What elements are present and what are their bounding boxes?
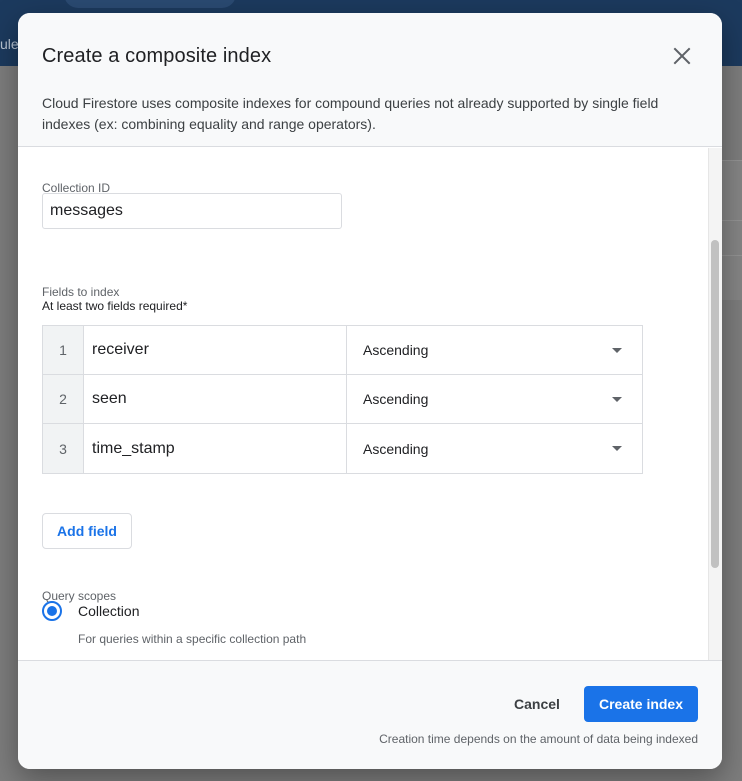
creation-time-note: Creation time depends on the amount of d… <box>379 732 698 746</box>
field-order-select[interactable]: Ascending <box>347 326 642 374</box>
dropdown-arrow-icon <box>612 446 622 451</box>
scope-option-collection[interactable]: Collection <box>42 601 139 621</box>
fields-label: Fields to index <box>42 285 120 299</box>
collection-id-input[interactable] <box>42 193 342 229</box>
field-row: 2 seen Ascending <box>43 375 642 424</box>
field-row: 1 receiver Ascending <box>43 326 642 375</box>
add-field-button[interactable]: Add field <box>42 513 132 549</box>
field-row: 3 time_stamp Ascending <box>43 424 642 473</box>
dialog-title: Create a composite index <box>42 45 272 67</box>
scrollbar-thumb[interactable] <box>711 240 719 568</box>
close-button[interactable] <box>672 46 692 66</box>
field-row-number: 2 <box>43 375 84 423</box>
field-row-number: 3 <box>43 424 84 473</box>
dialog-body: Collection ID Fields to index At least t… <box>18 148 722 660</box>
field-order-select[interactable]: Ascending <box>347 375 642 423</box>
field-name-input[interactable]: time_stamp <box>84 424 347 473</box>
field-order-value: Ascending <box>363 391 429 407</box>
create-index-dialog: Create a composite index Cloud Firestore… <box>18 13 722 769</box>
dropdown-arrow-icon <box>612 347 622 353</box>
dialog-description: Cloud Firestore uses composite indexes f… <box>42 95 659 132</box>
collection-scope-description: For queries within a specific collection… <box>78 632 307 646</box>
collection-radio[interactable] <box>42 601 62 621</box>
fields-table: 1 receiver Ascending 2 seen Ascending 3 … <box>42 325 643 474</box>
dialog-header: Create a composite index Cloud Firestore… <box>18 13 722 147</box>
collection-radio-label: Collection <box>78 603 140 619</box>
dialog-footer: Cancel Create index Creation time depend… <box>18 660 722 769</box>
scrollbar-track[interactable] <box>708 148 722 660</box>
cancel-button[interactable]: Cancel <box>504 686 570 722</box>
radio-selected-dot <box>47 606 57 616</box>
create-index-button[interactable]: Create index <box>584 686 698 722</box>
field-row-number: 1 <box>43 326 84 374</box>
field-order-select[interactable]: Ascending <box>347 424 642 473</box>
background-tab <box>64 0 236 8</box>
fields-requirement: At least two fields required* <box>42 299 188 313</box>
field-order-value: Ascending <box>363 440 429 457</box>
field-order-value: Ascending <box>363 342 429 358</box>
field-name-input[interactable]: seen <box>84 375 347 423</box>
background-partial-text: ule <box>0 36 19 52</box>
field-name-input[interactable]: receiver <box>84 326 347 374</box>
close-icon <box>673 47 691 65</box>
dropdown-arrow-icon <box>612 396 622 402</box>
